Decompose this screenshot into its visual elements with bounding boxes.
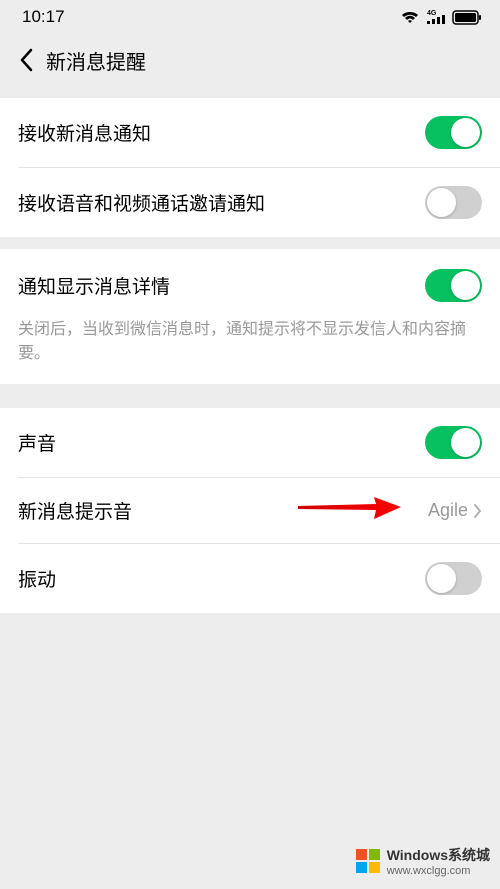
label-show-details: 通知显示消息详情 bbox=[18, 272, 170, 299]
value-notification-sound: Agile bbox=[428, 500, 482, 521]
toggle-receive-new-messages[interactable] bbox=[425, 116, 482, 149]
watermark: Windows系统城 www.wxclgg.com bbox=[354, 845, 490, 877]
label-receive-new-messages: 接收新消息通知 bbox=[18, 119, 151, 146]
svg-text:4G: 4G bbox=[427, 10, 437, 17]
chevron-left-icon bbox=[19, 48, 33, 72]
toggle-receive-voice-video[interactable] bbox=[425, 186, 482, 219]
toggle-show-details[interactable] bbox=[425, 269, 482, 302]
nav-header: 新消息提醒 bbox=[0, 34, 500, 86]
description-show-details: 关闭后，当收到微信消息时，通知提示将不显示发信人和内容摘要。 bbox=[0, 314, 500, 384]
watermark-name: Windows系统城 bbox=[387, 845, 490, 865]
chevron-right-icon bbox=[473, 503, 482, 519]
section-sound-vibrate: 声音 新消息提示音 Agile 振动 bbox=[0, 408, 500, 613]
row-receive-new-messages[interactable]: 接收新消息通知 bbox=[0, 98, 500, 167]
label-receive-voice-video: 接收语音和视频通话邀请通知 bbox=[18, 189, 265, 216]
status-icons: 4G bbox=[400, 9, 482, 25]
toggle-vibrate[interactable] bbox=[425, 562, 482, 595]
back-button[interactable] bbox=[10, 44, 42, 76]
section-details: 通知显示消息详情 关闭后，当收到微信消息时，通知提示将不显示发信人和内容摘要。 bbox=[0, 249, 500, 384]
signal-icon: 4G bbox=[426, 9, 446, 25]
row-vibrate[interactable]: 振动 bbox=[0, 544, 500, 613]
row-show-details[interactable]: 通知显示消息详情 bbox=[0, 249, 500, 314]
row-notification-sound[interactable]: 新消息提示音 Agile bbox=[0, 478, 500, 543]
status-bar: 10:17 4G bbox=[0, 0, 500, 34]
status-time: 10:17 bbox=[22, 7, 65, 27]
section-notifications: 接收新消息通知 接收语音和视频通话邀请通知 bbox=[0, 98, 500, 237]
watermark-logo-icon bbox=[354, 847, 382, 875]
label-vibrate: 振动 bbox=[18, 565, 56, 592]
battery-icon bbox=[452, 10, 482, 25]
label-notification-sound: 新消息提示音 bbox=[18, 497, 132, 524]
toggle-sound[interactable] bbox=[425, 426, 482, 459]
label-sound: 声音 bbox=[18, 429, 56, 456]
page-title: 新消息提醒 bbox=[46, 46, 146, 75]
row-receive-voice-video[interactable]: 接收语音和视频通话邀请通知 bbox=[0, 168, 500, 237]
row-sound[interactable]: 声音 bbox=[0, 408, 500, 477]
watermark-url: www.wxclgg.com bbox=[387, 865, 490, 877]
wifi-icon bbox=[400, 9, 420, 25]
